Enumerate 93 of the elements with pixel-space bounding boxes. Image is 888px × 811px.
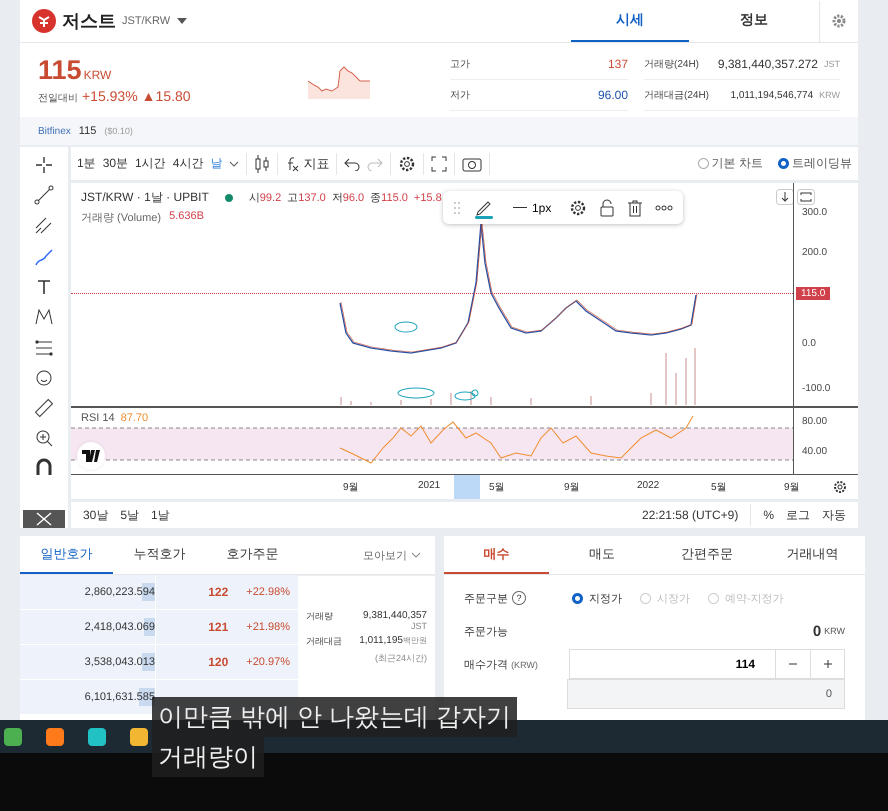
price-tick: -100.0 xyxy=(802,383,830,394)
price-tick: 0.0 xyxy=(802,338,816,349)
time-label: 5월 xyxy=(489,481,505,494)
range-button[interactable]: 30날 xyxy=(83,506,108,524)
line-width-button[interactable]: 1px xyxy=(507,200,558,216)
chart-type-radio[interactable]: 기본 차트 xyxy=(698,155,763,172)
interval-button[interactable]: 날 xyxy=(210,155,222,172)
order-tab[interactable]: 매수 xyxy=(444,536,550,574)
price-tick: 300.0 xyxy=(802,207,828,218)
order-tab[interactable]: 거래내역 xyxy=(760,536,865,574)
market-tab[interactable]: 정보 xyxy=(695,0,813,42)
stat-value: 137 xyxy=(608,57,628,71)
price-tick: 200.0 xyxy=(802,247,828,258)
summary-unit: JST xyxy=(410,621,427,631)
range-button[interactable]: 1날 xyxy=(151,506,170,524)
summary-label: 거래량 xyxy=(306,610,333,623)
ask-price[interactable]: 121 xyxy=(208,620,228,634)
rsi-value: 87.70 xyxy=(120,412,148,424)
scale-button[interactable]: % xyxy=(763,508,774,522)
time-label: 2022 xyxy=(637,480,660,491)
time-label: 9월 xyxy=(784,481,800,494)
orderbook-tab[interactable]: 누적호가 xyxy=(113,536,206,574)
ask-amount-cell: 3,538,043.013 xyxy=(20,645,156,679)
order-type-radio[interactable]: 지정가 xyxy=(572,590,622,606)
ohlc-value: 고137.0 xyxy=(287,191,326,205)
stat-label: 저가 xyxy=(450,89,470,102)
summary-value: 1,011,195백만원 xyxy=(359,635,427,646)
reference-usd: ($0.10) xyxy=(104,126,133,136)
time-label: 9월 xyxy=(564,481,580,494)
order-tab[interactable]: 매도 xyxy=(549,536,654,574)
order-type-label: 주문구분 xyxy=(464,592,508,606)
scale-button[interactable]: 로그 xyxy=(786,506,810,524)
interval-button[interactable]: 4시간 xyxy=(172,155,204,172)
chart-type-radio[interactable]: 트레이딩뷰 xyxy=(778,155,852,172)
last-price-tag: 115.0 xyxy=(796,287,830,300)
change-label: 전일대비 xyxy=(38,92,78,105)
ask-change-rate: +20.97% xyxy=(246,656,290,668)
group-view-dropdown[interactable]: 모아보기 xyxy=(357,536,435,574)
indicators-button[interactable]: 지표 xyxy=(285,154,330,172)
summary-label: 거래대금 xyxy=(306,635,342,648)
summary-value: 9,381,440,357 xyxy=(363,610,427,621)
ask-change-rate: +22.98% xyxy=(246,586,290,598)
order-tab[interactable]: 간편주문 xyxy=(654,536,760,574)
pair-label: JST/KRW xyxy=(122,15,170,27)
ohlc-value: 시99.2 xyxy=(248,191,282,205)
price-label: 매수가격 (KRW) xyxy=(464,658,538,672)
change-value: +15.8 xyxy=(414,192,442,204)
clock-label: 22:21:58 (UTC+9) xyxy=(642,508,738,522)
stat-value: 96.00 xyxy=(598,88,628,102)
time-label: 2021 xyxy=(418,480,440,491)
available-amount: 0 xyxy=(812,622,822,640)
rsi-tick: 80.00 xyxy=(802,416,828,427)
reference-price: 115 xyxy=(78,125,96,137)
price-input[interactable]: 114 xyxy=(569,649,775,679)
scale-button[interactable]: 자동 xyxy=(822,506,846,524)
available-label: 주문가능 xyxy=(464,624,508,638)
volume-value: 9,381,440,357.272 xyxy=(718,57,818,71)
time-label: 9월 xyxy=(343,481,359,494)
change-rate: +15.93% xyxy=(82,88,138,104)
rsi-tick: 40.00 xyxy=(802,446,828,457)
current-price: 115 xyxy=(38,55,82,85)
ask-price[interactable]: 120 xyxy=(208,655,228,669)
help-icon[interactable]: ? xyxy=(512,591,526,605)
orderbook-tab[interactable]: 호가주문 xyxy=(206,536,299,574)
ask-amount-cell: 2,860,223.594 xyxy=(20,575,156,609)
range-button[interactable]: 5날 xyxy=(120,506,140,524)
volume-indicator-value: 5.636B xyxy=(169,210,204,224)
interval-button[interactable]: 1시간 xyxy=(135,155,166,172)
summary-note: (최근24시간) xyxy=(374,652,427,665)
price-unit: KRW xyxy=(84,68,112,82)
volume-indicator-label: 거래량 (Volume) xyxy=(81,211,162,225)
volume-value: 1,011,194,546,774 xyxy=(730,90,814,100)
volume-unit: KRW xyxy=(819,90,840,100)
available-unit: KRW xyxy=(824,626,845,636)
exchange-link[interactable]: Bitfinex xyxy=(38,126,71,136)
change-amount: ▲15.80 xyxy=(142,88,191,104)
volume-label: 거래대금(24H) xyxy=(644,89,710,102)
volume-unit: JST xyxy=(824,59,840,69)
ask-amount-cell: 2,418,043.069 xyxy=(20,610,156,644)
symbol-label: JST/KRW · 1날 · UPBIT xyxy=(81,189,209,206)
coin-name: 저스트 xyxy=(62,10,116,33)
ask-change-rate: +21.98% xyxy=(246,621,290,633)
time-label: 5월 xyxy=(711,481,727,494)
ask-price[interactable]: 122 xyxy=(208,585,228,599)
interval-button[interactable]: 1분 xyxy=(77,155,96,172)
interval-button[interactable]: 30분 xyxy=(102,155,128,172)
volume-label: 거래량(24H) xyxy=(644,58,700,71)
market-tab[interactable]: 시세 xyxy=(571,0,689,42)
ohlc-value: 종115.0 xyxy=(370,191,408,205)
ohlc-value: 저96.0 xyxy=(332,191,364,205)
rsi-label: RSI 14 xyxy=(81,412,115,424)
stat-label: 고가 xyxy=(450,58,470,71)
quantity-input[interactable]: 0 xyxy=(567,679,845,709)
